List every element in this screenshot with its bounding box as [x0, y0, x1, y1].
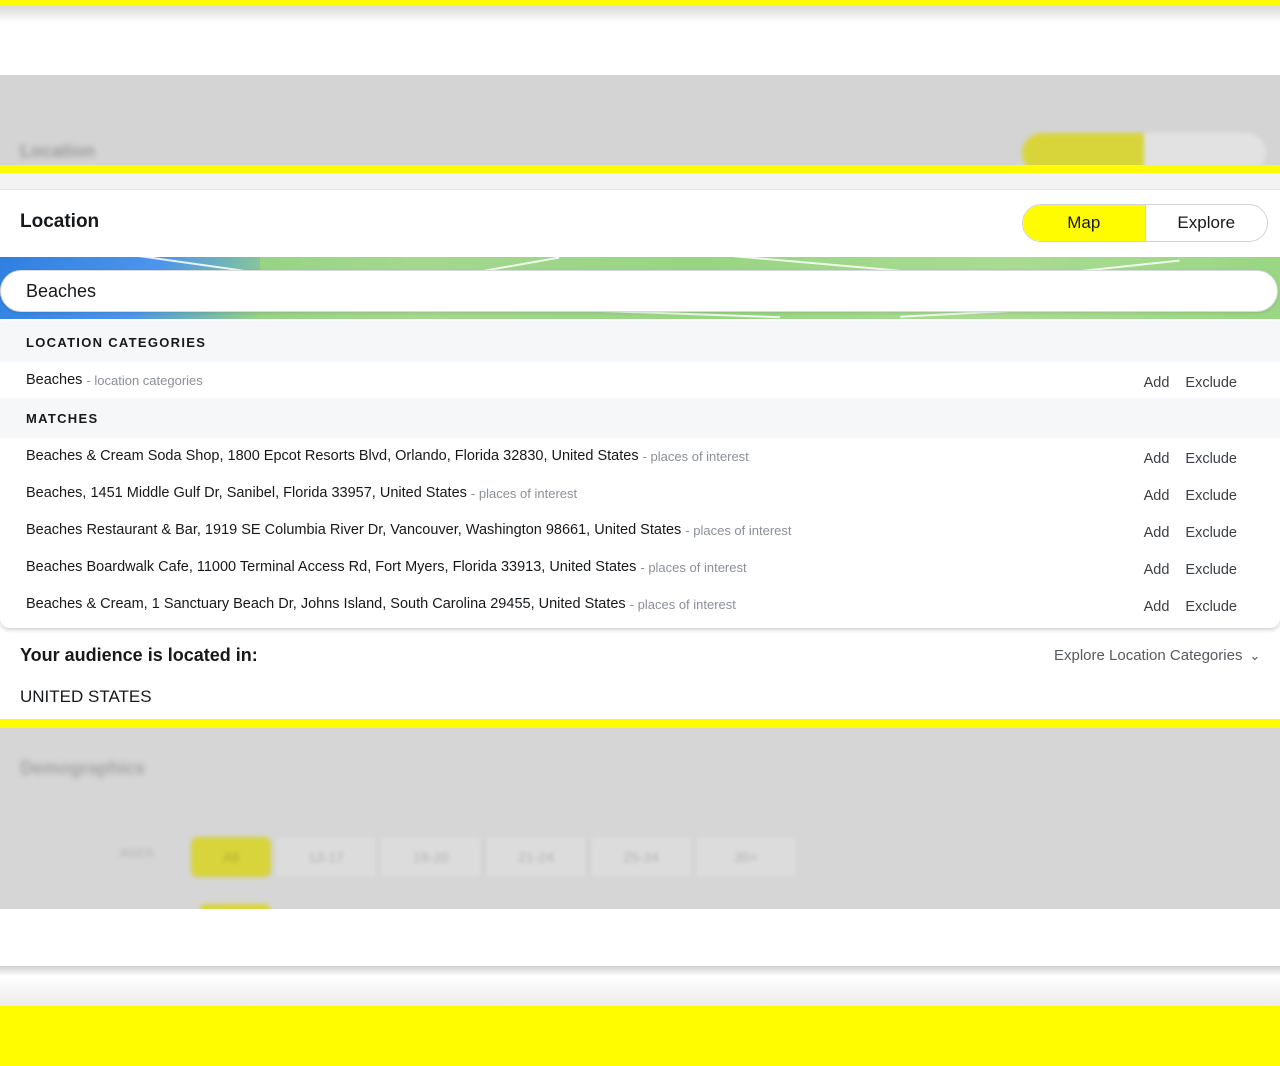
exclude-button[interactable]: Exclude: [1185, 488, 1237, 504]
result-name: Beaches Restaurant & Bar, 1919 SE Columb…: [26, 522, 682, 538]
age-option: 21-24: [485, 836, 587, 878]
list-item[interactable]: Beaches & Cream Soda Shop, 1800 Epcot Re…: [0, 438, 1280, 474]
result-name: Beaches, 1451 Middle Gulf Dr, Sanibel, F…: [26, 485, 467, 501]
bottom-shadow: [0, 966, 1280, 976]
chevron-down-icon: ⌄: [1249, 648, 1261, 663]
result-type: - places of interest: [642, 448, 749, 464]
exclude-button[interactable]: Exclude: [1185, 451, 1237, 467]
result-actions: Add Exclude: [1144, 549, 1237, 585]
page-title: Location: [20, 211, 100, 232]
bottom-accent-bar: [0, 1006, 1280, 1066]
tab-explore[interactable]: Explore: [1144, 205, 1268, 241]
exclude-button[interactable]: Exclude: [1185, 599, 1237, 615]
add-button[interactable]: Add: [1144, 451, 1170, 467]
tab-map[interactable]: Map: [1023, 205, 1145, 241]
add-button[interactable]: Add: [1144, 488, 1170, 504]
age-option: 35+: [695, 836, 797, 878]
result-type: - places of interest: [629, 596, 736, 612]
list-item[interactable]: Beaches Restaurant & Bar, 1919 SE Columb…: [0, 512, 1280, 548]
blurred-chip: [200, 904, 270, 909]
exclude-button[interactable]: Exclude: [1185, 375, 1237, 391]
list-item[interactable]: Beaches - location categories Add Exclud…: [0, 362, 1280, 398]
result-name: Beaches & Cream, 1 Sanctuary Beach Dr, J…: [26, 596, 626, 612]
blurred-section-title: Location: [20, 141, 95, 161]
age-option: 25-34: [590, 836, 692, 878]
bottom-gap: [0, 976, 1280, 1006]
blurred-location-header: Location: [0, 75, 1280, 165]
add-button[interactable]: Add: [1144, 599, 1170, 615]
list-item[interactable]: Beaches, 1451 Middle Gulf Dr, Sanibel, F…: [0, 475, 1280, 511]
result-actions: Add Exclude: [1144, 362, 1237, 398]
blurred-toggle: [1022, 133, 1266, 165]
result-type: - location categories: [86, 372, 203, 388]
blurred-age-options: All 13-17 18-20 21-24 25-34 35+: [190, 836, 800, 878]
selected-location: UNITED STATES: [20, 687, 152, 706]
age-option: All: [190, 836, 272, 878]
list-item[interactable]: Beaches Boardwalk Cafe, 11000 Terminal A…: [0, 549, 1280, 585]
result-actions: Add Exclude: [1144, 512, 1237, 548]
exclude-button[interactable]: Exclude: [1185, 525, 1237, 541]
top-shadow: [0, 6, 1280, 22]
map-explore-toggle: Map Explore: [1022, 204, 1268, 242]
result-name: Beaches: [26, 372, 83, 388]
list-item[interactable]: Beaches & Cream, 1 Sanctuary Beach Dr, J…: [0, 586, 1280, 622]
group-header-location-categories: LOCATION CATEGORIES: [0, 322, 1280, 362]
location-panel: Location Map Explore Beaches LOCATION CA…: [0, 189, 1280, 720]
result-actions: Add Exclude: [1144, 438, 1237, 474]
explore-location-categories-button[interactable]: Explore Location Categories ⌄: [1054, 646, 1260, 664]
age-option: 18-20: [380, 836, 482, 878]
blurred-section-title: Demographics: [20, 758, 146, 778]
result-actions: Add Exclude: [1144, 586, 1237, 622]
audience-location-heading: Your audience is located in:: [20, 645, 258, 665]
focus-band-top: [0, 165, 1280, 173]
focus-gap: [0, 173, 1280, 189]
result-type: - places of interest: [685, 522, 792, 538]
exclude-button[interactable]: Exclude: [1185, 562, 1237, 578]
blurred-ages-label: AGES: [120, 846, 154, 860]
result-name: Beaches & Cream Soda Shop, 1800 Epcot Re…: [26, 448, 639, 464]
focus-band-bottom: [0, 719, 1280, 728]
add-button[interactable]: Add: [1144, 562, 1170, 578]
search-results-dropdown: LOCATION CATEGORIES Beaches - location c…: [0, 322, 1280, 628]
blurred-toggle-active: [1022, 133, 1144, 165]
location-search-input[interactable]: Beaches: [0, 270, 1278, 312]
add-button[interactable]: Add: [1144, 375, 1170, 391]
age-option: 13-17: [275, 836, 377, 878]
result-type: - places of interest: [640, 559, 747, 575]
add-button[interactable]: Add: [1144, 525, 1170, 541]
blurred-demographics-section: Demographics AGES All 13-17 18-20 21-24 …: [0, 728, 1280, 909]
result-type: - places of interest: [470, 485, 578, 501]
group-header-matches: MATCHES: [0, 398, 1280, 438]
result-name: Beaches Boardwalk Cafe, 11000 Terminal A…: [26, 559, 637, 575]
result-actions: Add Exclude: [1144, 475, 1237, 511]
explore-location-categories-label: Explore Location Categories: [1054, 646, 1243, 664]
